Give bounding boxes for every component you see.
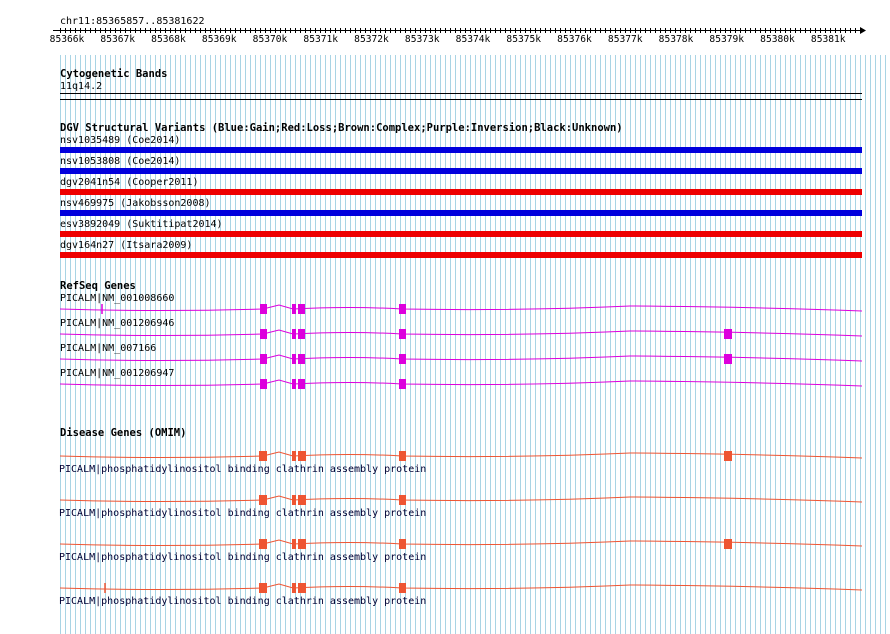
genome-browser: chr11:85365857..85381622 85366k 85367k 853… <box>0 0 890 634</box>
omim-gene-label[interactable]: PICALM|phosphatidylinositol binding clat… <box>59 508 426 519</box>
omim-gene-models[interactable] <box>0 0 890 634</box>
omim-gene-label[interactable]: PICALM|phosphatidylinositol binding clat… <box>59 552 426 563</box>
omim-gene-label[interactable]: PICALM|phosphatidylinositol binding clat… <box>59 464 426 475</box>
omim-gene-label[interactable]: PICALM|phosphatidylinositol binding clat… <box>59 596 426 607</box>
